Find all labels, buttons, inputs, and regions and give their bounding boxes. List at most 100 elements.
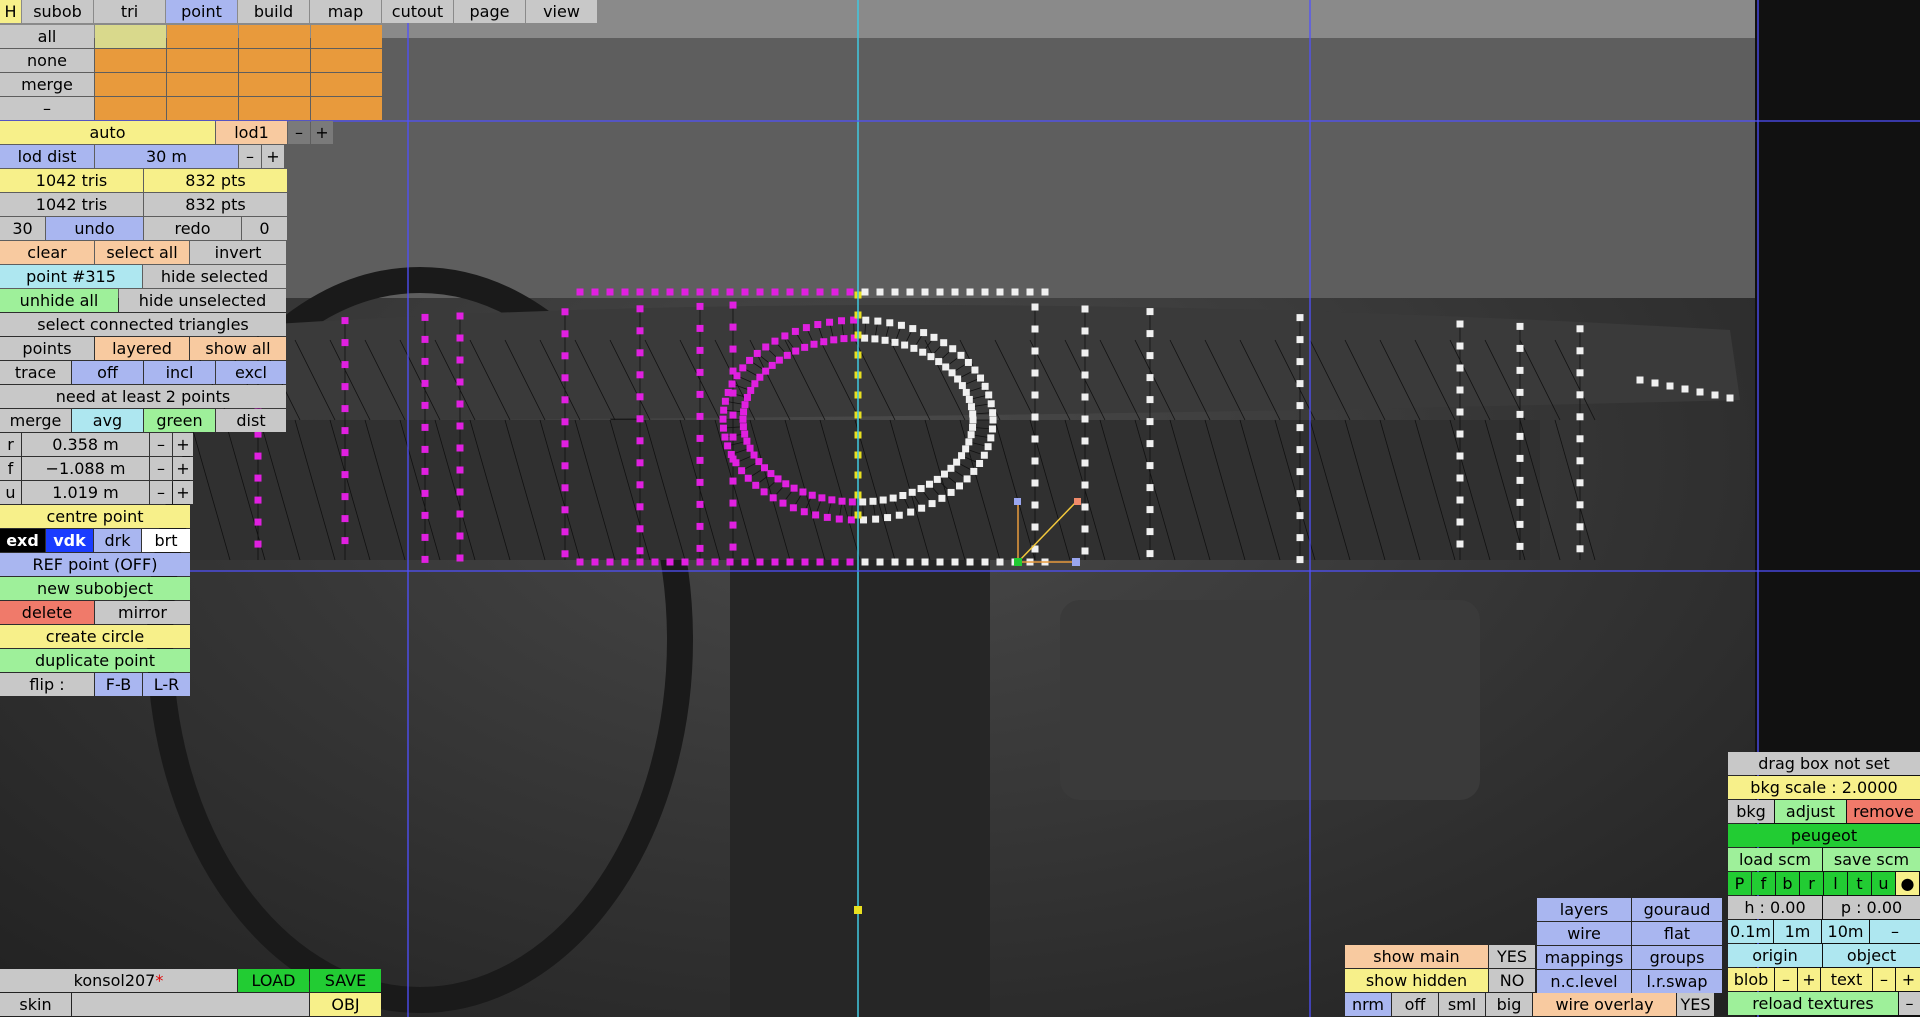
mesh-point[interactable] — [859, 498, 867, 506]
mesh-point[interactable] — [775, 356, 783, 364]
mesh-point[interactable] — [1031, 347, 1039, 355]
mesh-point[interactable] — [636, 288, 644, 296]
pitch-value[interactable]: p : 0.00 — [1823, 896, 1920, 919]
mesh-point[interactable] — [606, 558, 614, 566]
mesh-point[interactable] — [919, 348, 927, 356]
mesh-point[interactable] — [729, 301, 737, 309]
mesh-point[interactable] — [895, 511, 903, 519]
mesh-point[interactable] — [1456, 342, 1464, 350]
blob-button[interactable]: blob — [1728, 968, 1774, 991]
mesh-point[interactable] — [732, 459, 740, 467]
big-button[interactable]: big — [1486, 993, 1532, 1016]
mesh-point[interactable] — [724, 389, 732, 397]
mesh-point[interactable] — [910, 344, 918, 352]
mesh-point[interactable] — [940, 339, 948, 347]
centre-point-button[interactable]: centre point — [0, 505, 190, 528]
mesh-point[interactable] — [729, 323, 737, 331]
mesh-point[interactable] — [1041, 288, 1049, 296]
mesh-point[interactable] — [847, 516, 855, 524]
mesh-point[interactable] — [891, 558, 899, 566]
adjust-button[interactable]: adjust — [1775, 800, 1846, 823]
reload-minus[interactable]: – — [1899, 992, 1920, 1015]
mesh-point[interactable] — [948, 369, 956, 377]
origin-button[interactable]: origin — [1728, 944, 1822, 967]
axis-u-plus[interactable]: + — [173, 481, 193, 504]
flip-lr-button[interactable]: L-R — [143, 673, 190, 696]
unhide-all-button[interactable]: unhide all — [0, 289, 118, 312]
mesh-point[interactable] — [1146, 484, 1154, 492]
mesh-point[interactable] — [696, 522, 704, 530]
mesh-point[interactable] — [981, 382, 989, 390]
mesh-point[interactable] — [889, 494, 897, 502]
mesh-point[interactable] — [1081, 503, 1089, 511]
mesh-point[interactable] — [1011, 288, 1019, 296]
mesh-point[interactable] — [1516, 410, 1524, 418]
mesh-point[interactable] — [636, 437, 644, 445]
mesh-point[interactable] — [879, 496, 887, 504]
mesh-point[interactable] — [846, 558, 854, 566]
mesh-point[interactable] — [750, 451, 758, 459]
mesh-point[interactable] — [1456, 430, 1464, 438]
mesh-point[interactable] — [1456, 496, 1464, 504]
mesh-point[interactable] — [876, 288, 884, 296]
view-p-button[interactable]: P — [1728, 872, 1751, 895]
mesh-point[interactable] — [720, 406, 728, 414]
mesh-point[interactable] — [729, 411, 737, 419]
point-index[interactable]: point #315 — [0, 265, 142, 288]
mesh-point[interactable] — [1081, 305, 1089, 313]
mesh-point[interactable] — [727, 450, 735, 458]
mesh-point[interactable] — [1576, 457, 1584, 465]
mesh-point[interactable] — [1031, 391, 1039, 399]
mesh-point[interactable] — [918, 504, 926, 512]
mesh-point[interactable] — [771, 337, 779, 345]
mesh-point[interactable] — [741, 401, 749, 409]
skin-field[interactable] — [72, 993, 309, 1016]
mesh-point[interactable] — [816, 288, 824, 296]
mesh-point[interactable] — [1681, 385, 1689, 393]
undo-button[interactable]: undo — [46, 217, 143, 240]
mesh-point[interactable] — [606, 288, 614, 296]
mesh-point[interactable] — [711, 288, 719, 296]
mesh-point[interactable] — [696, 544, 704, 552]
mesh-point[interactable] — [1146, 396, 1154, 404]
lod-minus-button[interactable]: – — [288, 121, 310, 144]
mesh-point[interactable] — [1296, 446, 1304, 454]
slot[interactable] — [311, 73, 382, 96]
slot[interactable] — [95, 49, 166, 72]
sml-button[interactable]: sml — [1439, 993, 1485, 1016]
mesh-point[interactable] — [901, 341, 909, 349]
delete-button[interactable]: delete — [0, 601, 94, 624]
lod-name[interactable]: lod1 — [216, 121, 287, 144]
mesh-point[interactable] — [951, 558, 959, 566]
mesh-point[interactable] — [729, 499, 737, 507]
mesh-point[interactable] — [1576, 523, 1584, 531]
mesh-point[interactable] — [977, 374, 985, 382]
mesh-point[interactable] — [744, 474, 752, 482]
mesh-point[interactable] — [729, 521, 737, 529]
axis-u-value[interactable]: 1.019 m — [22, 481, 149, 504]
load-scm-button[interactable]: load scm — [1728, 848, 1822, 871]
hide-selected-button[interactable]: hide selected — [143, 265, 286, 288]
mesh-point[interactable] — [1576, 413, 1584, 421]
mesh-point[interactable] — [1296, 314, 1304, 322]
mesh-point[interactable] — [1576, 325, 1584, 333]
mesh-point[interactable] — [1456, 518, 1464, 526]
mesh-point[interactable] — [906, 288, 914, 296]
mesh-point[interactable] — [1081, 481, 1089, 489]
select-none-button[interactable]: none — [0, 49, 94, 72]
bkg-name[interactable]: peugeot — [1728, 824, 1920, 847]
mesh-point[interactable] — [964, 358, 972, 366]
mesh-point[interactable] — [1516, 344, 1524, 352]
mesh-point[interactable] — [958, 382, 966, 390]
mesh-point[interactable] — [1296, 468, 1304, 476]
trace-incl-button[interactable]: incl — [144, 361, 215, 384]
mesh-point[interactable] — [981, 558, 989, 566]
mesh-point[interactable] — [884, 514, 892, 522]
mesh-point[interactable] — [967, 431, 975, 439]
mesh-point[interactable] — [1576, 545, 1584, 553]
mesh-point[interactable] — [920, 329, 928, 337]
slot[interactable] — [167, 73, 238, 96]
mesh-point[interactable] — [756, 373, 764, 381]
view-dot-icon[interactable]: ● — [1896, 872, 1919, 895]
mesh-point[interactable] — [696, 288, 704, 296]
